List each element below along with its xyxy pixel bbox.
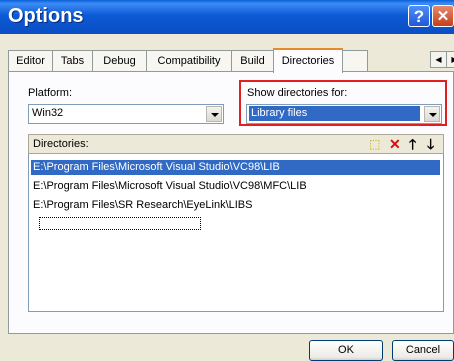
show-directories-label: Show directories for: <box>247 87 348 99</box>
show-directories-select[interactable]: Library files <box>246 104 442 124</box>
delete-icon[interactable]: ✕ <box>389 136 401 152</box>
platform-label: Platform: <box>28 87 73 99</box>
platform-value: Win32 <box>32 107 64 119</box>
chevron-down-icon[interactable] <box>424 106 440 122</box>
tab-scroll-right-icon[interactable]: ▶ <box>447 52 454 67</box>
close-icon: ✕ <box>436 8 450 25</box>
tab-scroll-left-icon[interactable]: ◀ <box>431 52 447 67</box>
ok-button[interactable]: OK <box>309 340 383 361</box>
move-down-icon[interactable]: 🡓 <box>427 136 434 152</box>
directories-label: Directories: <box>33 138 89 150</box>
directories-header: Directories: ⬚ ✕ 🡑 🡓 <box>28 134 444 154</box>
window-title: Options <box>8 5 84 27</box>
help-icon: ? <box>413 7 425 26</box>
tab-compatibility[interactable]: Compatibility <box>146 50 232 71</box>
directories-list[interactable]: E:\Program Files\Microsoft Visual Studio… <box>28 154 444 312</box>
tab-strip: Editor Tabs Debug Compatibility Build Di… <box>8 48 454 73</box>
new-entry-field[interactable] <box>39 217 201 230</box>
tab-tabs[interactable]: Tabs <box>52 50 93 71</box>
tab-editor[interactable]: Editor <box>8 50 53 71</box>
tab-directories[interactable]: Directories <box>273 48 343 73</box>
tab-scroll-buttons: ◀ ▶ <box>430 51 454 68</box>
tab-debug[interactable]: Debug <box>92 50 147 71</box>
close-button[interactable]: ✕ <box>432 5 454 27</box>
title-bar[interactable]: Options ? ✕ <box>0 0 454 34</box>
help-button[interactable]: ? <box>408 5 430 27</box>
cancel-button[interactable]: Cancel <box>392 340 454 361</box>
chevron-down-icon[interactable] <box>206 106 222 122</box>
show-directories-value: Library files <box>249 106 420 121</box>
list-item[interactable]: E:\Program Files\Microsoft Visual Studio… <box>33 179 307 194</box>
platform-select[interactable]: Win32 <box>28 104 224 124</box>
list-item[interactable]: E:\Program Files\SR Research\EyeLink\LIB… <box>33 198 252 213</box>
new-folder-icon[interactable]: ⬚ <box>369 136 380 152</box>
tab-build[interactable]: Build <box>231 50 274 71</box>
move-up-icon[interactable]: 🡑 <box>409 136 416 152</box>
tab-partial[interactable] <box>342 50 368 71</box>
list-item[interactable]: E:\Program Files\Microsoft Visual Studio… <box>31 160 440 175</box>
